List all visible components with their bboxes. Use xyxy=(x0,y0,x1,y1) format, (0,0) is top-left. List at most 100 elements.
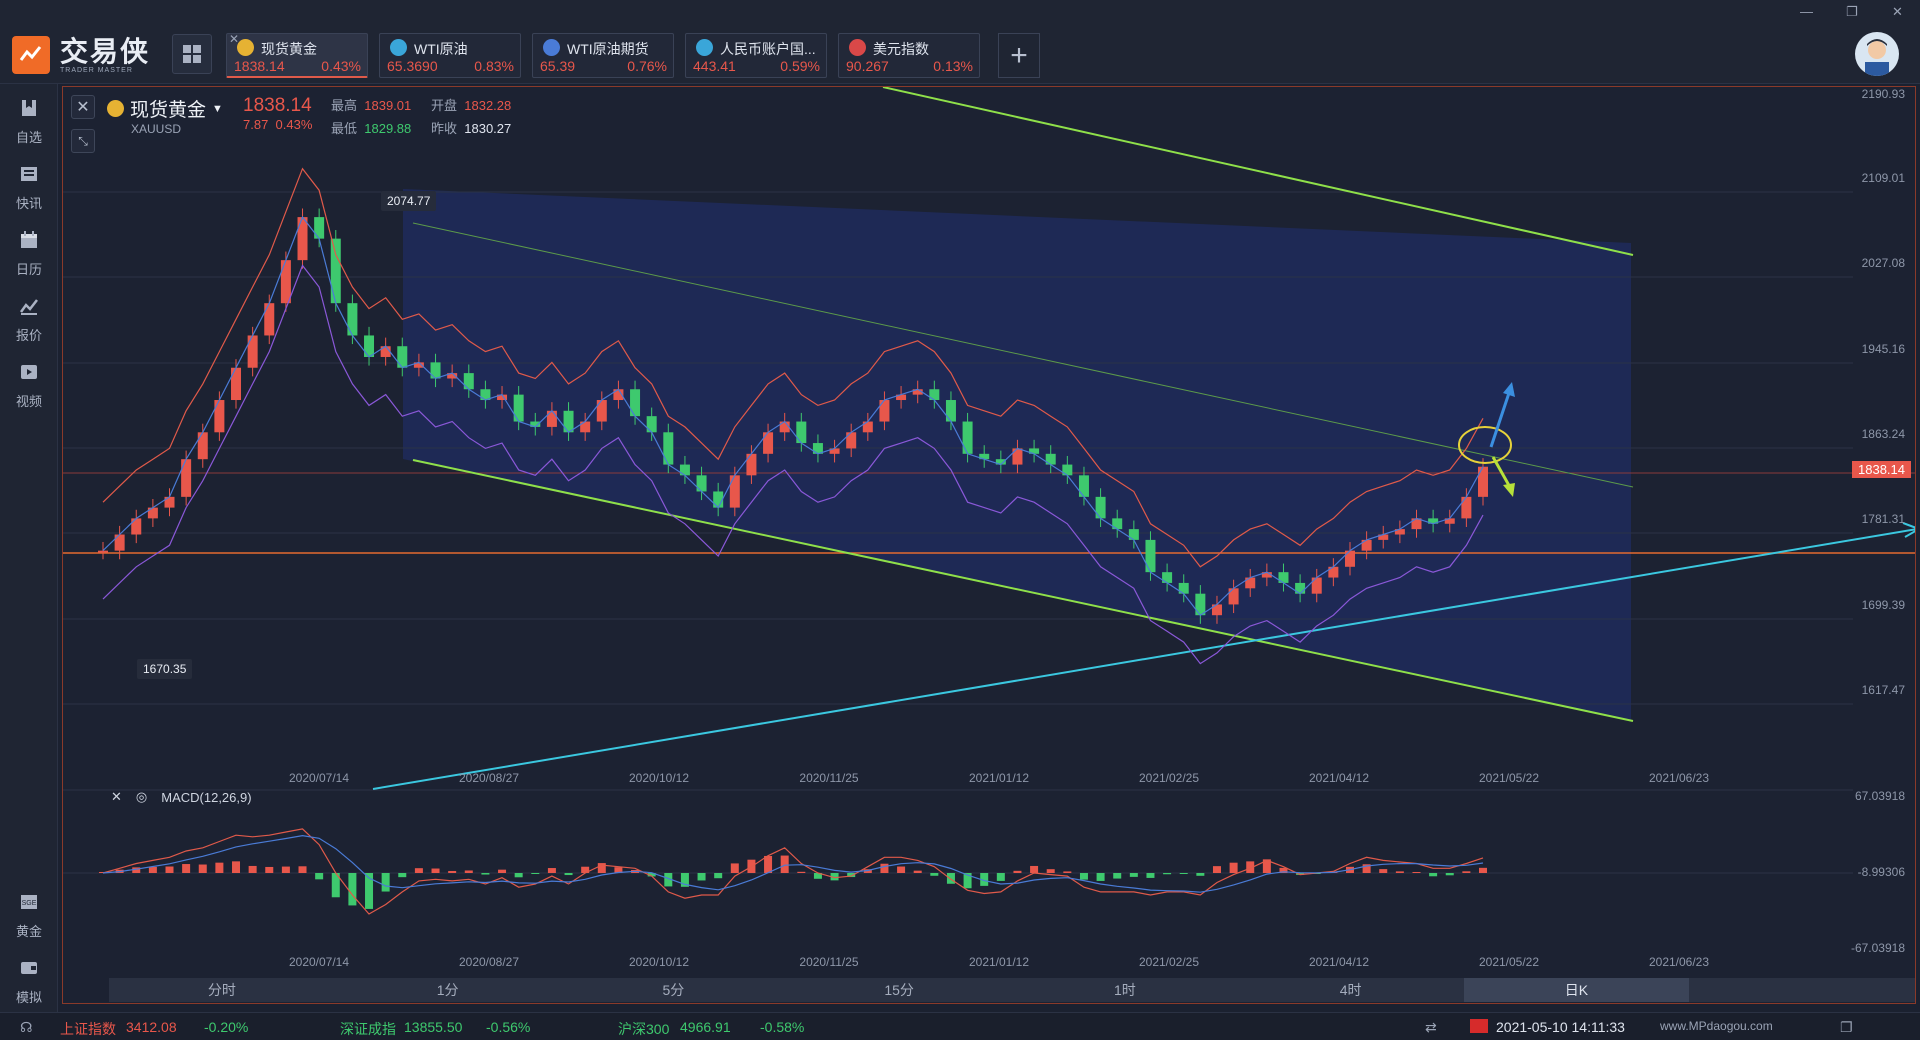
window-icon[interactable]: ❐ xyxy=(1840,1019,1853,1036)
app-name: 交易侠 xyxy=(60,35,151,67)
us-flag-icon xyxy=(849,39,866,56)
macd-bar xyxy=(1113,873,1122,879)
x-tick: 2020/11/25 xyxy=(799,771,859,785)
sidebar-item-simulate[interactable]: 模拟 xyxy=(0,958,58,1006)
sidebar-item-news[interactable]: 快讯 xyxy=(0,164,58,212)
symbol-info[interactable]: 现货黄金 ▼ XAUUSD xyxy=(107,95,223,136)
sidebar-item-video[interactable]: 视频 xyxy=(0,362,58,410)
macd-bar xyxy=(1013,870,1022,873)
x-tick: 2020/07/14 xyxy=(288,771,350,785)
close-macd-icon[interactable]: ✕ xyxy=(111,789,122,805)
candle-body xyxy=(1311,577,1322,594)
period-1m[interactable]: 1分 xyxy=(335,978,561,1002)
sidebar-item-watchlist[interactable]: 自选 xyxy=(0,98,58,146)
macd-y-tick: -8.99306 xyxy=(1857,865,1905,879)
macd-bar xyxy=(381,873,390,892)
candle-body xyxy=(280,260,291,304)
close-chart-button[interactable]: ✕ xyxy=(71,95,95,119)
top-bar: 交易侠 TRADER MASTER ✕ 现货黄金 1838.14 0.43% W… xyxy=(0,0,1920,84)
tab-wti[interactable]: WTI原油 65.3690 0.83% xyxy=(379,33,521,78)
candle-body xyxy=(181,459,192,497)
dropdown-icon[interactable]: ▼ xyxy=(212,103,223,115)
candle-body xyxy=(397,346,408,368)
macd-bar xyxy=(1146,873,1155,878)
macd-dif-line xyxy=(102,828,1484,915)
network-icon: ⇄ xyxy=(1425,1019,1437,1035)
y-tick: 1781.31 xyxy=(1861,512,1905,526)
sidebar-item-calendar[interactable]: 日历 xyxy=(0,230,58,278)
expand-chart-button[interactable]: ⤡ xyxy=(71,129,95,153)
sidebar-item-gold[interactable]: SGE 黄金 xyxy=(0,892,58,940)
candle-body xyxy=(314,217,325,239)
candle-body xyxy=(796,421,807,444)
candle-body xyxy=(330,238,341,304)
news-icon xyxy=(21,167,37,181)
macd-bar xyxy=(431,868,440,873)
sh-index-change: -0.20% xyxy=(204,1019,249,1035)
period-4h[interactable]: 4时 xyxy=(1238,978,1464,1002)
candle-body xyxy=(1195,593,1206,616)
headset-icon[interactable]: ☊ xyxy=(20,1019,32,1036)
macd-label: MACD(12,26,9) xyxy=(161,789,252,805)
macd-bar xyxy=(714,873,723,879)
macd-bar xyxy=(697,873,706,881)
close-window-button[interactable]: ✕ xyxy=(1892,4,1903,20)
settings-macd-icon[interactable]: ◎ xyxy=(136,789,147,805)
period-daily[interactable]: 日K xyxy=(1463,978,1690,1002)
chart-panel[interactable]: ✕ ⤡ 现货黄金 ▼ XAUUSD 1838.14 7.87 0.43% 最高 … xyxy=(62,86,1916,1004)
macd-x-tick: 2021/01/12 xyxy=(968,955,1030,969)
macd-bar xyxy=(1479,867,1487,873)
macd-bar xyxy=(464,870,473,873)
tab-wti-futures[interactable]: WTI原油期货 65.39 0.76% xyxy=(532,33,674,78)
add-tab-button[interactable]: + xyxy=(998,33,1040,78)
app-name-en: TRADER MASTER xyxy=(60,66,133,74)
sz-index-label: 深证成指 xyxy=(340,1021,396,1037)
period-15m[interactable]: 15分 xyxy=(786,978,1012,1002)
period-5m[interactable]: 5分 xyxy=(561,978,787,1002)
candle-body xyxy=(114,534,125,551)
y-tick: 2109.01 xyxy=(1861,171,1905,185)
candle-body xyxy=(264,303,275,336)
app-window: 交易侠 TRADER MASTER ✕ 现货黄金 1838.14 0.43% W… xyxy=(0,0,1920,1040)
hs300-label: 沪深300 xyxy=(618,1021,670,1037)
macd-y-tick: -67.03918 xyxy=(1850,941,1905,955)
macd-bar xyxy=(946,873,955,884)
price-chart[interactable] xyxy=(63,87,1916,1004)
candle-body xyxy=(297,217,308,261)
period-extra[interactable] xyxy=(1689,978,1915,1002)
sidebar-item-quotes[interactable]: 报价 xyxy=(0,296,58,344)
macd-x-tick: 2020/10/12 xyxy=(628,955,690,969)
macd-bar xyxy=(165,866,174,873)
macd-bar xyxy=(1445,873,1454,876)
layout-grid-button[interactable] xyxy=(172,34,212,74)
x-tick: 2021/04/12 xyxy=(1308,771,1370,785)
macd-bar xyxy=(1129,873,1138,877)
macd-bar xyxy=(1030,865,1039,873)
tab-gold[interactable]: ✕ 现货黄金 1838.14 0.43% xyxy=(226,32,368,78)
macd-bar xyxy=(514,873,523,878)
macd-x-tick: 2020/08/27 xyxy=(458,955,520,969)
candle-body xyxy=(962,421,973,454)
y-tick: 2190.93 xyxy=(1861,87,1905,101)
sz-index-value: 13855.50 xyxy=(404,1019,463,1035)
expand-icon: ⤡ xyxy=(78,133,88,148)
user-avatar[interactable] xyxy=(1855,32,1899,76)
period-1h[interactable]: 1时 xyxy=(1012,978,1238,1002)
candle-body xyxy=(746,453,757,476)
minimize-button[interactable]: — xyxy=(1800,4,1813,19)
candle-body xyxy=(1478,466,1488,497)
macd-bar xyxy=(897,866,906,873)
x-tick: 2020/10/12 xyxy=(628,771,690,785)
cn-flag-icon xyxy=(1470,1019,1488,1033)
macd-histogram xyxy=(99,855,1487,909)
datetime: 2021-05-10 14:11:33 xyxy=(1496,1019,1625,1035)
futures-badge-icon xyxy=(543,39,560,56)
tab-usd-index[interactable]: 美元指数 90.267 0.13% xyxy=(838,33,980,78)
open-prev-block: 开盘 1832.28 昨收 1830.27 xyxy=(431,98,512,136)
tab-rmb-account[interactable]: 人民币账户国... 443.41 0.59% xyxy=(685,33,827,78)
macd-x-tick: 2021/06/23 xyxy=(1648,955,1710,969)
period-tick[interactable]: 分时 xyxy=(109,978,335,1002)
restore-button[interactable]: ❐ xyxy=(1846,4,1858,20)
candle-body xyxy=(1145,539,1156,573)
plus-icon: + xyxy=(1010,38,1028,72)
